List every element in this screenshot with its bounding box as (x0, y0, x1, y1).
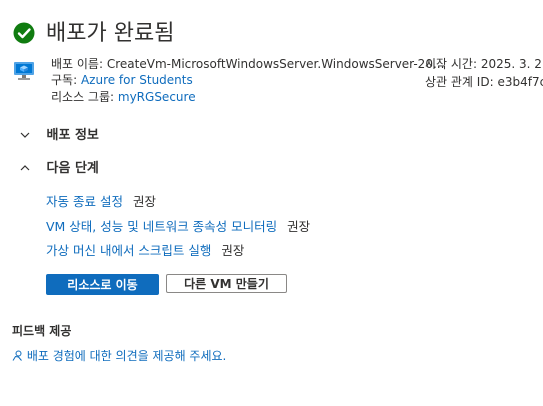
deployment-details-label: 배포 정보 (46, 128, 99, 143)
resource-group-label: 리소스 그룹: (51, 90, 115, 104)
virtual-machine-icon (14, 62, 34, 80)
correlation-id-label: 상관 관계 ID: (425, 75, 494, 89)
correlation-id-value: e3b4f7c (497, 75, 543, 89)
deployment-name-label: 배포 이름: (51, 57, 104, 71)
chevron-up-icon (20, 161, 34, 176)
check-circle-icon (13, 22, 35, 44)
recommended-badge: 권장 (132, 194, 156, 209)
auto-shutdown-link[interactable]: 자동 종료 설정 (46, 194, 123, 209)
next-steps-label: 다음 단계 (46, 161, 99, 176)
start-time-label: 시작 시간: (425, 57, 478, 71)
list-item: VM 상태, 성능 및 네트워크 종속성 모니터링 권장 (46, 216, 310, 235)
recommended-badge: 권장 (287, 219, 311, 234)
feedback-title: 피드백 제공 (12, 324, 72, 338)
subscription-row: 구독: Azure for Students (51, 72, 193, 88)
create-another-vm-button[interactable]: 다른 VM 만들기 (166, 274, 287, 293)
feedback-link-label: 배포 경험에 대한 의견을 제공해 주세요. (26, 349, 227, 363)
list-item: 자동 종료 설정 권장 (46, 191, 156, 210)
resource-group-link[interactable]: myRGSecure (118, 90, 196, 104)
resource-group-row: 리소스 그룹: myRGSecure (51, 89, 196, 105)
chevron-down-icon (20, 128, 34, 143)
start-time-value: 2025. 3. 2. (480, 57, 543, 71)
start-time-row: 시작 시간: 2025. 3. 2. (425, 56, 543, 72)
deployment-name-value: CreateVm-MicrosoftWindowsServer.WindowsS… (106, 57, 445, 71)
recommended-badge: 권장 (221, 243, 245, 258)
deployment-name-row: 배포 이름: CreateVm-MicrosoftWindowsServer.W… (51, 56, 444, 72)
person-feedback-icon (12, 350, 22, 361)
list-item: 가상 머신 내에서 스크립트 실행 권장 (46, 240, 244, 259)
monitoring-link[interactable]: VM 상태, 성능 및 네트워크 종속성 모니터링 (46, 219, 277, 234)
run-script-link[interactable]: 가상 머신 내에서 스크립트 실행 (46, 243, 211, 258)
subscription-link[interactable]: Azure for Students (81, 73, 193, 87)
go-to-resource-button[interactable]: 리소스로 이동 (46, 274, 159, 295)
feedback-link[interactable]: 배포 경험에 대한 의견을 제공해 주세요. (12, 347, 226, 364)
page-title: 배포가 완료됨 (46, 21, 175, 46)
next-steps-toggle[interactable]: 다음 단계 (20, 157, 99, 176)
correlation-id-row: 상관 관계 ID: e3b4f7c (425, 74, 543, 90)
deployment-details-toggle[interactable]: 배포 정보 (20, 124, 99, 143)
subscription-label: 구독: (51, 73, 78, 87)
